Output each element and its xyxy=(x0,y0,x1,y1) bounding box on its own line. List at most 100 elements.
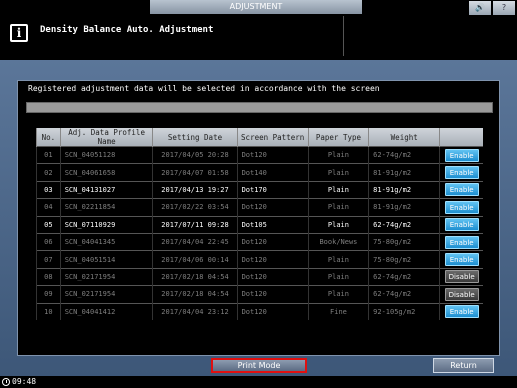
state-cell: Enable xyxy=(439,250,483,269)
state-cell: Disable xyxy=(439,285,483,304)
paper-weight: 92-105g/m2 xyxy=(368,302,440,321)
paper-weight: 62-74g/m2 xyxy=(368,145,440,164)
enable-button[interactable]: Enable xyxy=(444,305,479,319)
table-row[interactable]: 10 SCN_04041412 2017/04/04 23:12 Dot120 Fine… xyxy=(36,302,483,321)
paper-type: Plain xyxy=(307,250,369,269)
row-number: 04 xyxy=(36,198,61,217)
column-header xyxy=(439,128,483,147)
window-title: ADJUSTMENT xyxy=(150,0,362,14)
column-header: Paper Type xyxy=(307,128,369,147)
table-row[interactable]: 01 SCN_04051128 2017/04/05 20:28 Dot120 Plai… xyxy=(36,145,483,164)
enable-button[interactable]: Enable xyxy=(444,235,479,249)
screen-header: i Density Balance Auto. Adjustment xyxy=(0,16,344,56)
paper-type: Plain xyxy=(307,163,369,182)
page-title: Density Balance Auto. Adjustment xyxy=(40,25,214,35)
setting-date: 2017/07/11 09:28 xyxy=(152,215,238,234)
column-header: Setting Date xyxy=(152,128,238,147)
paper-type: Book/News xyxy=(307,232,369,251)
column-header: No. xyxy=(36,128,61,147)
setting-date: 2017/02/18 04:54 xyxy=(152,267,238,286)
setting-date: 2017/04/04 23:12 xyxy=(152,302,238,321)
status-strip xyxy=(26,102,493,113)
state-cell: Disable xyxy=(439,267,483,286)
paper-type: Fine xyxy=(307,302,369,321)
paper-weight: 62-74g/m2 xyxy=(368,215,440,234)
row-number: 08 xyxy=(36,267,61,286)
screen-pattern: Dot120 xyxy=(236,232,309,251)
paper-type: Plain xyxy=(307,215,369,234)
column-header: Screen Pattern xyxy=(236,128,309,147)
screen-pattern: Dot120 xyxy=(236,198,309,217)
column-header: Adj. Data Profile Name xyxy=(59,128,153,147)
row-number: 07 xyxy=(36,250,61,269)
enable-button[interactable]: Enable xyxy=(444,218,479,232)
enable-button[interactable]: Enable xyxy=(444,200,479,214)
screen-pattern: Dot120 xyxy=(236,250,309,269)
paper-weight: 81-91g/m2 xyxy=(368,198,440,217)
profile-name: SCN_04131027 xyxy=(59,180,153,199)
profile-name: SCN_04041412 xyxy=(59,302,153,321)
instruction-message: Registered adjustment data will be selec… xyxy=(28,84,380,93)
profile-name: SCN_02171954 xyxy=(59,285,153,304)
profile-name: SCN_07110929 xyxy=(59,215,153,234)
top-bar: ADJUSTMENT 🔊 ? xyxy=(0,0,517,16)
paper-weight: 62-74g/m2 xyxy=(368,267,440,286)
state-cell: Enable xyxy=(439,302,483,321)
enable-button[interactable]: Enable xyxy=(444,183,479,197)
table-row[interactable]: 03 SCN_04131027 2017/04/13 19:27 Dot170 Plai… xyxy=(36,180,483,199)
paper-weight: 75-80g/m2 xyxy=(368,250,440,269)
state-cell: Enable xyxy=(439,145,483,164)
speaker-icon[interactable]: 🔊 xyxy=(469,1,491,15)
profile-name: SCN_02171954 xyxy=(59,267,153,286)
profile-list-area: Registered adjustment data will be selec… xyxy=(17,80,500,356)
print-mode-button[interactable]: Print Mode xyxy=(211,358,307,373)
screen-pattern: Dot120 xyxy=(236,145,309,164)
disable-button[interactable]: Disable xyxy=(444,270,479,284)
disable-button[interactable]: Disable xyxy=(444,287,479,301)
setting-date: 2017/04/05 20:28 xyxy=(152,145,238,164)
row-number: 09 xyxy=(36,285,61,304)
profile-name: SCN_04051128 xyxy=(59,145,153,164)
screen-pattern: Dot120 xyxy=(236,302,309,321)
paper-weight: 62-74g/m2 xyxy=(368,285,440,304)
state-cell: Enable xyxy=(439,163,483,182)
paper-weight: 81-91g/m2 xyxy=(368,163,440,182)
table-row[interactable]: 08 SCN_02171954 2017/02/18 04:54 Dot120 Plai… xyxy=(36,267,483,286)
state-cell: Enable xyxy=(439,232,483,251)
paper-type: Plain xyxy=(307,145,369,164)
profile-name: SCN_04041345 xyxy=(59,232,153,251)
table-row[interactable]: 06 SCN_04041345 2017/04/04 22:45 Dot120 Book… xyxy=(36,232,483,251)
screen-pattern: Dot170 xyxy=(236,180,309,199)
column-header: Weight xyxy=(368,128,440,147)
state-cell: Enable xyxy=(439,215,483,234)
state-cell: Enable xyxy=(439,198,483,217)
enable-button[interactable]: Enable xyxy=(444,253,479,267)
profile-name: SCN_04061658 xyxy=(59,163,153,182)
return-button[interactable]: Return xyxy=(433,358,494,373)
table-row[interactable]: 04 SCN_02211854 2017/02/22 03:54 Dot120 Plai… xyxy=(36,198,483,217)
profile-table: No. Adj. Data Profile Name Setting Date Scr… xyxy=(36,128,483,321)
setting-date: 2017/04/04 22:45 xyxy=(152,232,238,251)
profile-name: SCN_04051514 xyxy=(59,250,153,269)
row-number: 10 xyxy=(36,302,61,321)
table-row[interactable]: 02 SCN_04061658 2017/04/07 01:58 Dot140 Plai… xyxy=(36,163,483,182)
setting-date: 2017/04/06 00:14 xyxy=(152,250,238,269)
table-row[interactable]: 09 SCN_02171954 2017/02/18 04:54 Dot120 Plai… xyxy=(36,285,483,304)
enable-button[interactable]: Enable xyxy=(444,166,479,180)
paper-type: Plain xyxy=(307,285,369,304)
paper-type: Plain xyxy=(307,267,369,286)
state-cell: Enable xyxy=(439,180,483,199)
row-number: 03 xyxy=(36,180,61,199)
paper-weight: 81-91g/m2 xyxy=(368,180,440,199)
main-panel: Registered adjustment data will be selec… xyxy=(0,60,517,376)
screen-pattern: Dot105 xyxy=(236,215,309,234)
clock-icon xyxy=(2,378,10,386)
table-row[interactable]: 07 SCN_04051514 2017/04/06 00:14 Dot120 Plai… xyxy=(36,250,483,269)
help-button[interactable]: ? xyxy=(493,1,515,15)
row-number: 05 xyxy=(36,215,61,234)
table-row[interactable]: 05 SCN_07110929 2017/07/11 09:28 Dot105 Plai… xyxy=(36,215,483,234)
screen-pattern: Dot120 xyxy=(236,267,309,286)
enable-button[interactable]: Enable xyxy=(444,148,479,162)
screen-pattern: Dot120 xyxy=(236,285,309,304)
screen-pattern: Dot140 xyxy=(236,163,309,182)
